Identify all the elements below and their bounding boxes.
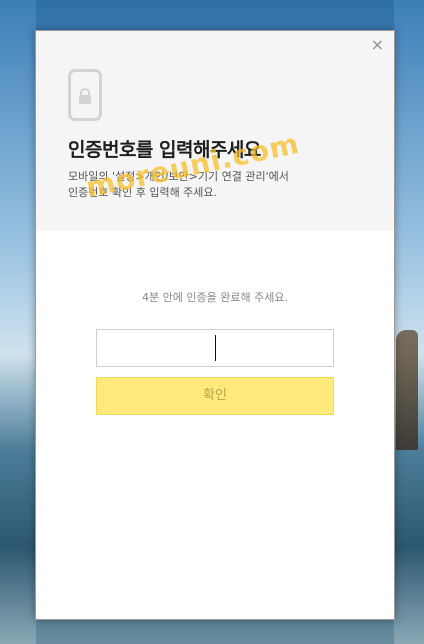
phone-lock-icon: [68, 69, 102, 121]
description-line-2: 인증번호 확인 후 입력해 주세요.: [68, 186, 218, 199]
dialog-description: 모바일의 '설정>개인/보안>기기 연결 관리'에서 인증번호 확인 후 입력해…: [68, 169, 368, 201]
text-caret: [215, 335, 216, 361]
dialog-header: [36, 31, 394, 231]
description-line-1: 모바일의 '설정>개인/보안>기기 연결 관리'에서: [68, 170, 289, 183]
lock-icon: [79, 88, 91, 104]
verification-dialog: × 인증번호를 입력해주세요 모바일의 '설정>개인/보안>기기 연결 관리'에…: [35, 30, 395, 620]
time-limit-notice: 4분 안에 인증을 완료해 주세요.: [142, 291, 288, 304]
dialog-title: 인증번호를 입력해주세요: [68, 139, 261, 161]
desktop-background-right: [394, 0, 424, 644]
desktop-background-left: [0, 0, 36, 644]
background-rock: [396, 330, 418, 450]
confirm-button[interactable]: 확인: [96, 377, 334, 415]
close-icon[interactable]: ×: [371, 37, 384, 53]
